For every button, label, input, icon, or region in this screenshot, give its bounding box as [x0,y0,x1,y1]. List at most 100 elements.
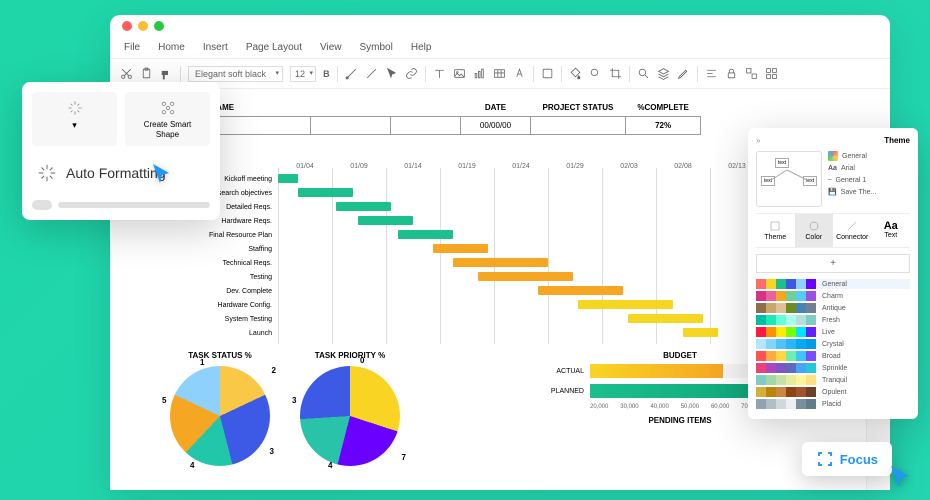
gantt-bar[interactable] [538,286,623,295]
gantt-row: Research objectives [170,186,820,200]
budget-label-planned: PLANNED [540,388,590,395]
cell-date[interactable]: 00/00/00 [461,117,531,135]
format-painter-icon[interactable] [160,67,173,80]
font-select[interactable]: Elegant soft black [188,66,283,82]
crop-icon[interactable] [609,67,622,80]
gantt-row: Hardware Config. [170,298,820,312]
gantt-bar[interactable] [278,174,298,183]
col-complete: %COMPLETE [625,99,701,117]
palette-antique[interactable]: Antique [756,303,910,313]
gantt-row: Launch [170,326,820,340]
gantt-bar[interactable] [358,216,413,225]
text-icon[interactable] [433,67,446,80]
palette-opulent[interactable]: Opulent [756,387,910,397]
gantt-row: Hardware Reqs. [170,214,820,228]
gantt-bar[interactable] [453,258,548,267]
shape-icon[interactable] [541,67,554,80]
gantt-row: Dev. Complete [170,284,820,298]
menu-help[interactable]: Help [411,42,432,53]
gantt-bar[interactable] [298,188,353,197]
quick-connector[interactable]: ⎯General 1 [828,176,910,184]
close-icon[interactable] [122,21,132,31]
lock-icon[interactable] [725,67,738,80]
gantt-bar[interactable] [478,272,573,281]
gantt-bar[interactable] [398,230,453,239]
budget-bar-actual [590,364,723,378]
menu-symbol[interactable]: Symbol [360,42,393,53]
line-icon[interactable] [365,67,378,80]
grid-icon[interactable] [765,67,778,80]
palette-live[interactable]: Live [756,327,910,337]
palette-placid[interactable]: Placid [756,399,910,409]
font-color-icon[interactable] [513,67,526,80]
auto-formatting-popover: ▾ Create Smart Shape Auto Formatting [22,82,220,220]
pie-label: 3 [270,447,274,456]
palette-general[interactable]: General [756,279,910,289]
palette-charm[interactable]: Charm [756,291,910,301]
theme-panel-title: Theme [884,136,910,145]
palette-broad[interactable]: Broad [756,351,910,361]
link-icon[interactable] [405,67,418,80]
tab-text[interactable]: AaText [872,214,911,247]
cell-status[interactable] [531,117,626,135]
font-size-select[interactable]: 12 [290,66,316,82]
pen-icon[interactable] [677,67,690,80]
pie-label: 1 [200,358,204,367]
sparkle-icon [36,162,58,184]
image-icon[interactable] [453,67,466,80]
palette-tranquil[interactable]: Tranquil [756,375,910,385]
paste-icon[interactable] [140,67,153,80]
palette-fresh[interactable]: Fresh [756,315,910,325]
pie-label: 3 [292,396,296,405]
pie-label: 0 [360,356,364,365]
budget-label-actual: ACTUAL [540,368,590,375]
col-date: DATE [461,99,531,117]
chart-icon[interactable] [473,67,486,80]
tab-theme[interactable]: Theme [756,214,795,247]
minimize-icon[interactable] [138,21,148,31]
af-slider[interactable] [32,200,210,210]
budget-bar-planned [590,384,763,398]
menu-page-layout[interactable]: Page Layout [246,42,302,53]
maximize-icon[interactable] [154,21,164,31]
quick-save[interactable]: 💾Save The... [828,188,910,196]
palette-sprinkle[interactable]: Sprinkle [756,363,910,373]
group-icon[interactable] [745,67,758,80]
tab-connector[interactable]: Connector [833,214,872,247]
add-palette-button[interactable]: + [756,254,910,273]
gantt-row: System Testing [170,312,820,326]
menu-home[interactable]: Home [158,42,185,53]
collapse-icon[interactable]: » [756,136,760,145]
gantt-bar[interactable] [336,202,391,211]
bold-button[interactable]: B [323,69,330,79]
menu-file[interactable]: File [124,42,140,53]
gantt-bar[interactable] [628,314,703,323]
search-icon[interactable] [637,67,650,80]
gantt-bar[interactable] [683,328,718,337]
layers-icon[interactable] [657,67,670,80]
gantt-task-label: Staffing [170,246,278,253]
fill-icon[interactable] [569,67,582,80]
pointer-icon[interactable] [385,67,398,80]
focus-button[interactable]: Focus [802,442,892,476]
palette-crystal[interactable]: Crystal [756,339,910,349]
auto-formatting-button[interactable]: Auto Formatting [32,156,210,190]
menu-insert[interactable]: Insert [203,42,228,53]
connector-icon[interactable] [345,67,358,80]
table-icon[interactable] [493,67,506,80]
gantt-bar[interactable] [578,300,673,309]
shadow-icon[interactable] [589,67,602,80]
theme-preview[interactable]: text text text [756,151,822,207]
create-smart-shape-button[interactable]: Create Smart Shape [125,92,210,146]
align-icon[interactable] [705,67,718,80]
quick-general[interactable]: General [828,151,910,161]
cut-icon[interactable] [120,67,133,80]
gantt-bar[interactable] [433,244,488,253]
gantt-chart: 01/0401/0901/1401/1901/2401/2902/0302/08… [170,163,820,340]
tab-color[interactable]: Color [795,214,834,247]
cell-complete[interactable]: 72% [625,117,701,135]
quick-font[interactable]: AaArial [828,165,910,172]
gantt-task-label: Launch [170,330,278,337]
sparkle-option[interactable]: ▾ [32,92,117,146]
menu-view[interactable]: View [320,42,342,53]
